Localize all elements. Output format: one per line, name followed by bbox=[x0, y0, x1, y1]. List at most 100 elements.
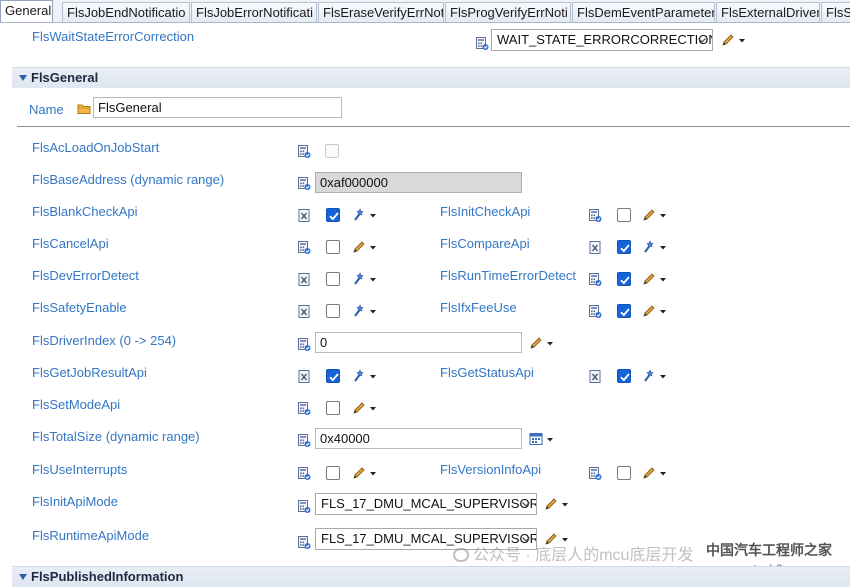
init-api-mode-label[interactable]: FlsInitApiMode bbox=[32, 494, 118, 509]
init-check-label[interactable]: FlsInitCheckApi bbox=[440, 204, 530, 219]
dropdown-arrow-icon[interactable] bbox=[519, 497, 533, 511]
name-label: Name bbox=[29, 102, 64, 117]
disabled-calc-icon bbox=[297, 304, 311, 319]
section-fls-general[interactable]: FlsGeneral bbox=[12, 67, 850, 88]
runtime-api-mode-label[interactable]: FlsRuntimeApiMode bbox=[32, 528, 149, 543]
calc-icon bbox=[297, 535, 311, 550]
total-size-input[interactable]: 0x40000 bbox=[315, 428, 522, 449]
safety-label[interactable]: FlsSafetyEnable bbox=[32, 300, 127, 315]
tab-job-end-notification[interactable]: FlsJobEndNotificatio bbox=[62, 2, 190, 22]
cancel-label[interactable]: FlsCancelApi bbox=[32, 236, 109, 251]
name-input[interactable]: FlsGeneral bbox=[93, 97, 342, 118]
set-mode-checkbox[interactable] bbox=[326, 401, 340, 415]
total-size-label[interactable]: FlsTotalSize (dynamic range) bbox=[32, 429, 200, 444]
wand-icon[interactable] bbox=[641, 239, 671, 255]
wait-state-select[interactable]: WAIT_STATE_ERRORCORRECTION1 bbox=[491, 29, 713, 51]
pencil-icon[interactable] bbox=[351, 400, 381, 416]
calendar-icon[interactable] bbox=[528, 431, 558, 447]
runtime-error-label[interactable]: FlsRunTimeErrorDetect bbox=[440, 268, 576, 283]
wait-state-value: WAIT_STATE_ERRORCORRECTION1 bbox=[497, 32, 713, 47]
get-job-result-checkbox[interactable] bbox=[326, 369, 340, 383]
compare-label[interactable]: FlsCompareApi bbox=[440, 236, 530, 251]
tab-external-driver[interactable]: FlsExternalDriver bbox=[716, 2, 820, 22]
collapse-arrow-icon[interactable] bbox=[19, 574, 27, 580]
init-api-mode-select[interactable]: FLS_17_DMU_MCAL_SUPERVISOR bbox=[315, 493, 537, 515]
tab-job-error-notification[interactable]: FlsJobErrorNotificati bbox=[191, 2, 317, 22]
get-status-label[interactable]: FlsGetStatusApi bbox=[440, 365, 534, 380]
checkmark-icon bbox=[619, 242, 631, 254]
calc-icon bbox=[297, 401, 311, 416]
compare-checkbox[interactable] bbox=[617, 240, 631, 254]
pencil-icon[interactable] bbox=[641, 207, 671, 223]
pencil-icon[interactable] bbox=[543, 496, 573, 512]
disabled-calc-icon bbox=[588, 369, 602, 384]
wand-icon[interactable] bbox=[351, 271, 381, 287]
wait-state-label[interactable]: FlsWaitStateErrorCorrection bbox=[32, 29, 194, 44]
tab-fls-se-truncated[interactable]: FlsSe bbox=[821, 2, 850, 22]
init-api-mode-value: FLS_17_DMU_MCAL_SUPERVISOR bbox=[321, 496, 537, 511]
version-info-checkbox[interactable] bbox=[617, 466, 631, 480]
folder-icon bbox=[77, 101, 91, 116]
calc-icon bbox=[297, 337, 311, 352]
set-mode-label[interactable]: FlsSetModeApi bbox=[32, 397, 120, 412]
driver-index-label[interactable]: FlsDriverIndex (0 -> 254) bbox=[32, 333, 176, 348]
get-status-checkbox[interactable] bbox=[617, 369, 631, 383]
cancel-checkbox[interactable] bbox=[326, 240, 340, 254]
wand-icon[interactable] bbox=[351, 207, 381, 223]
pencil-icon[interactable] bbox=[641, 271, 671, 287]
pencil-icon[interactable] bbox=[528, 335, 558, 351]
ac-load-label[interactable]: FlsAcLoadOnJobStart bbox=[32, 140, 159, 155]
tab-prog-verify-err-notification[interactable]: FlsProgVerifyErrNoti bbox=[445, 2, 571, 22]
use-interrupts-checkbox[interactable] bbox=[326, 466, 340, 480]
ac-load-checkbox[interactable] bbox=[325, 144, 339, 158]
use-interrupts-label[interactable]: FlsUseInterrupts bbox=[32, 462, 127, 477]
section-title: FlsPublishedInformation bbox=[31, 569, 184, 584]
pencil-icon[interactable] bbox=[720, 32, 750, 48]
calc-icon bbox=[588, 272, 602, 287]
tab-erase-verify-err-notification[interactable]: FlsEraseVerifyErrNoti bbox=[318, 2, 444, 22]
driver-index-input[interactable]: 0 bbox=[315, 332, 522, 353]
tab-general[interactable]: General bbox=[0, 0, 53, 22]
base-address-label[interactable]: FlsBaseAddress (dynamic range) bbox=[32, 172, 224, 187]
dropdown-arrow-icon[interactable] bbox=[695, 33, 709, 47]
wechat-watermark: 公众号 · 底层人的mcu底层开发 bbox=[453, 541, 693, 565]
calc-icon bbox=[297, 433, 311, 448]
checkmark-icon bbox=[328, 210, 340, 222]
tab-dem-event-parameter[interactable]: FlsDemEventParameter bbox=[572, 2, 715, 22]
base-address-input[interactable]: 0xaf000000 bbox=[315, 172, 522, 193]
name-divider bbox=[17, 126, 850, 127]
calc-icon bbox=[297, 499, 311, 514]
ifx-fee-label[interactable]: FlsIfxFeeUse bbox=[440, 300, 517, 315]
pencil-icon[interactable] bbox=[351, 465, 381, 481]
editor-tab-bar: General FlsJobEndNotificatio FlsJobError… bbox=[0, 0, 850, 23]
blank-check-checkbox[interactable] bbox=[326, 208, 340, 222]
pencil-icon[interactable] bbox=[641, 465, 671, 481]
disabled-calc-icon bbox=[297, 208, 311, 223]
wand-icon[interactable] bbox=[641, 368, 671, 384]
collapse-arrow-icon[interactable] bbox=[19, 75, 27, 81]
calc-icon bbox=[297, 240, 311, 255]
pencil-icon[interactable] bbox=[641, 303, 671, 319]
checkmark-icon bbox=[619, 274, 631, 286]
section-title: FlsGeneral bbox=[31, 70, 99, 85]
calc-icon bbox=[588, 466, 602, 481]
section-fls-published-information[interactable]: FlsPublishedInformation bbox=[12, 566, 850, 587]
init-check-checkbox[interactable] bbox=[617, 208, 631, 222]
dev-error-label[interactable]: FlsDevErrorDetect bbox=[32, 268, 139, 283]
checkmark-icon bbox=[328, 371, 340, 383]
runtime-error-checkbox[interactable] bbox=[617, 272, 631, 286]
wand-icon[interactable] bbox=[351, 303, 381, 319]
dev-error-checkbox[interactable] bbox=[326, 272, 340, 286]
calc-icon bbox=[297, 466, 311, 481]
get-job-result-label[interactable]: FlsGetJobResultApi bbox=[32, 365, 147, 380]
safety-checkbox[interactable] bbox=[326, 304, 340, 318]
wechat-icon bbox=[453, 548, 469, 562]
ifx-fee-checkbox[interactable] bbox=[617, 304, 631, 318]
version-info-label[interactable]: FlsVersionInfoApi bbox=[440, 462, 541, 477]
site-watermark-cn: 中国汽车工程师之家 bbox=[706, 542, 832, 558]
wand-icon[interactable] bbox=[351, 368, 381, 384]
disabled-calc-icon bbox=[297, 369, 311, 384]
pencil-icon[interactable] bbox=[351, 239, 381, 255]
calc-icon bbox=[297, 176, 311, 191]
blank-check-label[interactable]: FlsBlankCheckApi bbox=[32, 204, 138, 219]
